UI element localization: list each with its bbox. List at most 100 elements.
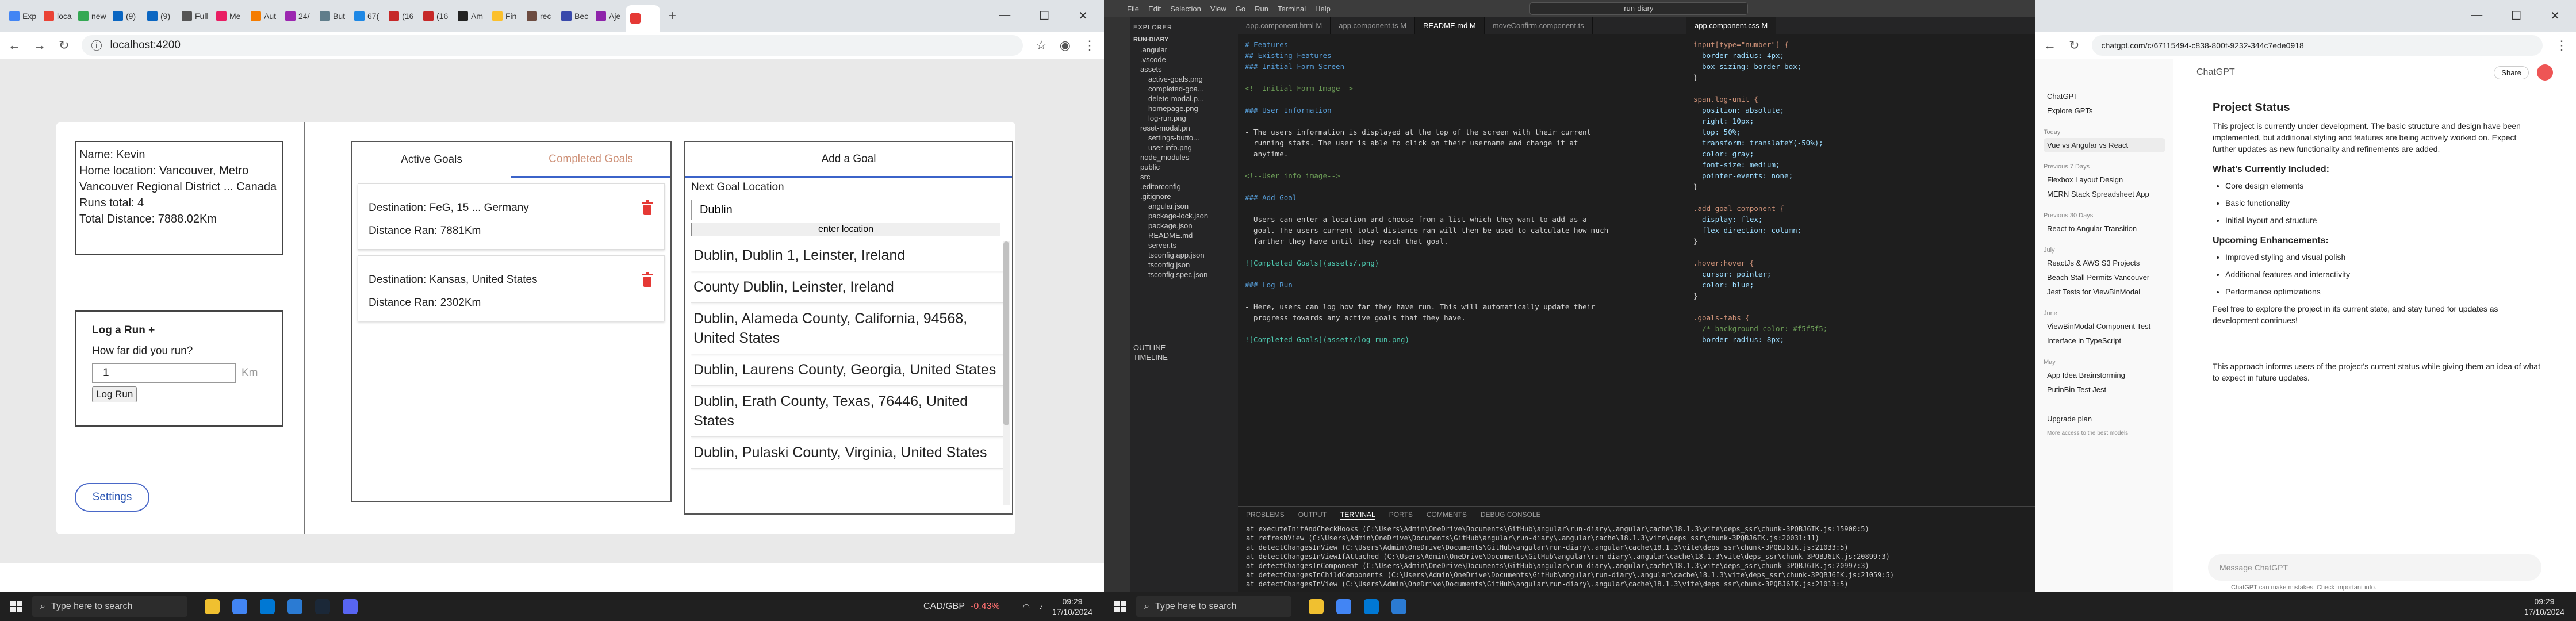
clock[interactable]: 09:29 17/10/2024 <box>2524 596 2564 617</box>
history-item[interactable]: Flexbox Layout Design <box>2044 172 2165 187</box>
model-selector[interactable]: ChatGPT <box>2196 67 2235 78</box>
suggestion-item[interactable]: Dublin, Erath County, Texas, 76446, Unit… <box>691 386 1004 437</box>
browser-tab[interactable]: Full <box>177 5 212 28</box>
windows-start-icon[interactable] <box>1114 601 1126 612</box>
explorer-item[interactable]: .gitignore <box>1133 191 1235 201</box>
history-item[interactable]: Beach Stall Permits Vancouver <box>2044 270 2165 285</box>
browser-tab[interactable]: 67( <box>350 5 384 28</box>
explorer-root[interactable]: RUN-DIARY <box>1133 35 1235 45</box>
panel-tab[interactable]: PORTS <box>1389 510 1413 520</box>
trash-icon[interactable] <box>641 272 654 287</box>
explorer-item[interactable]: completed-goa... <box>1133 84 1235 94</box>
share-button[interactable]: Share <box>2494 66 2529 79</box>
suggestion-item[interactable]: Dublin, Laurens County, Georgia, United … <box>691 354 1004 386</box>
maximize-icon[interactable]: ☐ <box>2511 9 2521 23</box>
explorer-item[interactable]: package.json <box>1133 221 1235 231</box>
explorer-item[interactable]: user-info.png <box>1133 143 1235 152</box>
terminal-output[interactable]: at executeInitAndCheckHooks (C:\Users\Ad… <box>1246 524 2027 589</box>
new-tab-button[interactable]: + <box>660 8 684 24</box>
explorer-item[interactable]: public <box>1133 162 1235 172</box>
explorer-item[interactable]: log-run.png <box>1133 113 1235 123</box>
bookmark-star-icon[interactable]: ☆ <box>1036 38 1047 53</box>
volume-icon[interactable]: ♪ <box>1039 602 1043 611</box>
browser-tab[interactable]: Fin <box>488 5 522 28</box>
user-name[interactable]: Name: Kevin <box>79 147 279 163</box>
explorer-item[interactable]: .editorconfig <box>1133 182 1235 191</box>
menu-item[interactable]: Terminal <box>1278 5 1306 13</box>
back-icon[interactable]: ← <box>2044 38 2056 53</box>
tab-add-goal[interactable]: Add a Goal <box>685 142 1012 178</box>
history-item[interactable]: ReactJs & AWS S3 Projects <box>2044 256 2165 270</box>
explorer-item[interactable]: tsconfig.app.json <box>1133 250 1235 260</box>
explorer-item[interactable]: assets <box>1133 64 1235 74</box>
suggestions-scrollbar[interactable] <box>1003 241 1010 505</box>
suggestion-item[interactable]: Dublin, Pulaski County, Virginia, United… <box>691 437 1004 469</box>
editor-tab[interactable]: app.component.html M <box>1238 17 1331 34</box>
history-item[interactable]: ViewBinModal Component Test <box>2044 319 2165 334</box>
history-item[interactable]: Jest Tests for ViewBinModal <box>2044 285 2165 299</box>
explorer-item[interactable]: homepage.png <box>1133 103 1235 113</box>
explorer-item[interactable]: package-lock.json <box>1133 211 1235 221</box>
explorer-item[interactable]: README.md <box>1133 231 1235 240</box>
close-icon[interactable]: ✕ <box>2550 9 2560 23</box>
command-center[interactable]: run-diary <box>1529 2 1748 15</box>
explorer-item[interactable]: active-goals.png <box>1133 74 1235 84</box>
profile-icon[interactable]: ◉ <box>1060 38 1071 53</box>
panel-tab[interactable]: DEBUG CONSOLE <box>1481 510 1541 520</box>
upgrade-plan[interactable]: Upgrade plan <box>2044 412 2165 426</box>
editor-tab[interactable]: app.component.ts M <box>1331 17 1416 34</box>
explorer-item[interactable]: src <box>1133 172 1235 182</box>
avatar[interactable] <box>2537 64 2553 80</box>
suggestion-item[interactable]: County Dublin, Leinster, Ireland <box>691 271 1004 303</box>
browser-tab[interactable]: (9) <box>143 5 177 28</box>
browser-tab[interactable]: 24/ <box>281 5 315 28</box>
browser-tab[interactable]: (9) <box>108 5 143 28</box>
history-item[interactable]: Interface in TypeScript <box>2044 334 2165 348</box>
reload-icon[interactable]: ↻ <box>59 38 69 53</box>
vscode-icon[interactable] <box>288 599 302 614</box>
minimize-icon[interactable]: — <box>999 9 1010 23</box>
menu-item[interactable]: Selection <box>1170 5 1201 13</box>
taskbar-search[interactable]: ⌕ Type here to search <box>32 596 187 617</box>
menu-item[interactable]: Run <box>1255 5 1268 13</box>
menu-item[interactable]: Edit <box>1148 5 1161 13</box>
vscode-icon[interactable] <box>1392 599 1406 614</box>
browser-tab[interactable]: loca <box>39 5 74 28</box>
sidebar-item-chatgpt[interactable]: ChatGPT <box>2044 89 2165 103</box>
browser-tab[interactable]: Me <box>212 5 246 28</box>
taskbar-search[interactable]: ⌕ Type here to search <box>1136 596 1291 617</box>
browser-tab[interactable]: Am <box>453 5 488 28</box>
network-icon[interactable]: ◠ <box>1023 602 1030 612</box>
browser-tab[interactable]: Aut <box>246 5 281 28</box>
editor-tab[interactable]: moveConfirm.component.ts <box>1485 17 1593 34</box>
file-explorer-icon[interactable] <box>205 599 220 614</box>
outline-section[interactable]: OUTLINE <box>1133 343 1235 352</box>
menu-item[interactable]: Go <box>1236 5 1245 13</box>
distance-input[interactable]: 1 <box>92 363 236 383</box>
browser-tab[interactable]: Bec <box>557 5 591 28</box>
explorer-item[interactable]: reset-modal.pn <box>1133 123 1235 133</box>
tab-completed-goals[interactable]: Completed Goals <box>511 142 670 178</box>
panel-tab[interactable]: OUTPUT <box>1298 510 1327 520</box>
chrome-icon[interactable] <box>232 599 247 614</box>
history-item[interactable]: PutinBin Test Jest <box>2044 382 2165 397</box>
url-field[interactable]: chatgpt.com/c/67115494-c838-800f-9232-34… <box>2092 34 2543 56</box>
steam-icon[interactable] <box>315 599 330 614</box>
file-explorer-icon[interactable] <box>1309 599 1324 614</box>
explorer-item[interactable]: node_modules <box>1133 152 1235 162</box>
back-icon[interactable]: ← <box>8 38 21 53</box>
tab-active-goals[interactable]: Active Goals <box>352 142 511 178</box>
menu-icon[interactable]: ⋮ <box>1083 38 1096 53</box>
history-item[interactable]: MERN Stack Spreadsheet App <box>2044 187 2165 201</box>
history-item[interactable]: App Idea Brainstorming <box>2044 368 2165 382</box>
clock[interactable]: 09:29 17/10/2024 <box>1052 596 1092 617</box>
browser-tab[interactable]: (16 <box>419 5 453 28</box>
close-icon[interactable]: ✕ <box>1078 9 1088 23</box>
trash-icon[interactable] <box>641 200 654 215</box>
explorer-item[interactable]: settings-butto... <box>1133 133 1235 143</box>
css-code[interactable]: input[type="number"] { border-radius: 4p… <box>1686 34 2035 345</box>
stock-widget[interactable]: CAD/GBP -0.43% <box>923 601 1000 612</box>
explorer-item[interactable]: tsconfig.json <box>1133 260 1235 270</box>
menu-item[interactable]: File <box>1127 5 1139 13</box>
site-info-icon[interactable]: ⓘ <box>91 37 102 53</box>
